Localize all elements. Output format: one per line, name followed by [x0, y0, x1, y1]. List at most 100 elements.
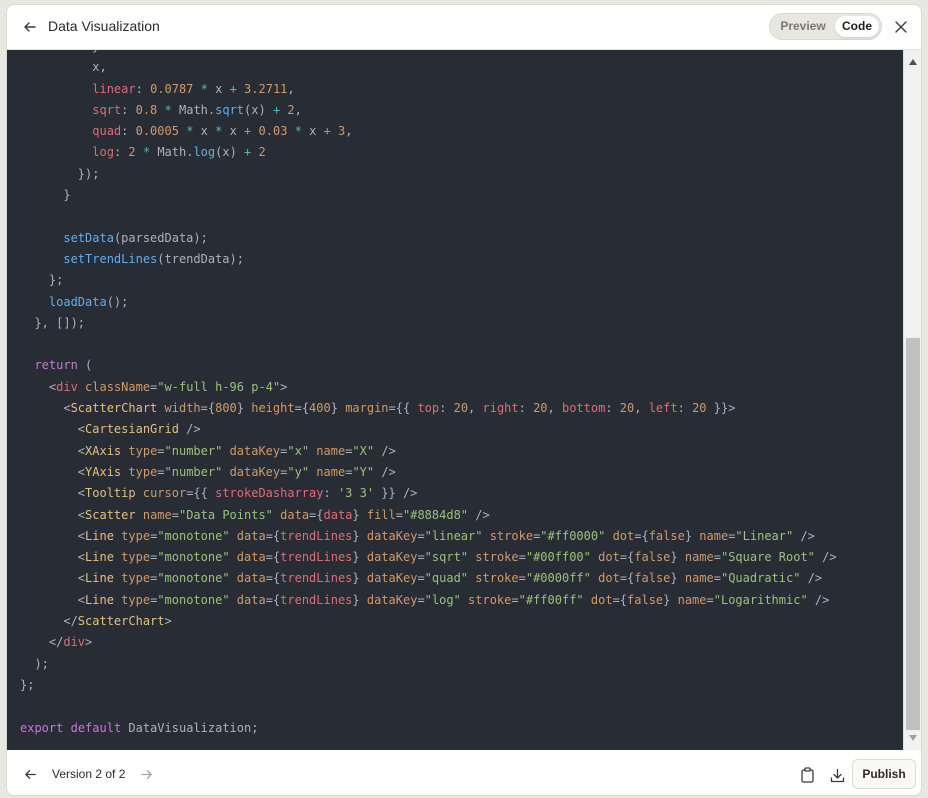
vertical-scrollbar[interactable] — [903, 50, 921, 750]
code-token: , — [294, 102, 302, 117]
code-token: '3 3' — [337, 486, 375, 501]
code-token: : — [439, 401, 454, 416]
code-token: Scatter — [85, 507, 136, 522]
code-token: = — [511, 592, 519, 607]
code-token: } — [236, 401, 252, 416]
code-token: < — [20, 507, 86, 522]
code-token: type — [128, 443, 158, 458]
code-token: = — [157, 464, 165, 479]
code-token: data — [323, 507, 353, 522]
code-token: loadData — [48, 294, 107, 309]
publish-button[interactable]: Publish — [852, 759, 916, 789]
code-token: ={ — [200, 401, 216, 416]
code-token: (x) — [215, 145, 245, 160]
code-token: = — [417, 528, 425, 543]
close-button[interactable] — [891, 17, 911, 37]
code-token: fill — [366, 507, 396, 522]
code-block: y: x x, linear: 0.0787 * x + 3.2711, sqr… — [20, 50, 901, 739]
code-token: : — [121, 124, 136, 139]
code-token: 0.0787 — [150, 81, 194, 96]
close-icon — [895, 21, 907, 33]
code-line: return ( — [20, 355, 901, 376]
code-token: "linear" — [424, 528, 483, 543]
code-token: : — [518, 401, 534, 416]
code-token: x — [193, 124, 216, 139]
code-token: right — [482, 401, 519, 416]
copy-button[interactable] — [796, 764, 818, 786]
code-token: default — [70, 720, 122, 735]
code-line: <Line type="monotone" data={trendLines} … — [20, 526, 901, 547]
code-token: name — [699, 528, 729, 543]
code-token: (x) — [244, 102, 273, 117]
code-token: "monotone" — [157, 550, 230, 565]
code-token: false — [648, 528, 685, 543]
code-token: sqrt — [92, 102, 122, 117]
code-line: <div className="w-full h-96 p-4"> — [20, 377, 901, 398]
code-token: < — [20, 422, 86, 437]
code-token: Line — [85, 528, 114, 543]
preview-tab[interactable]: Preview — [775, 16, 831, 37]
next-version-button[interactable] — [136, 764, 156, 784]
back-button[interactable] — [19, 16, 41, 38]
code-token: 800 — [215, 401, 237, 416]
code-token: className — [85, 379, 151, 394]
scroll-up-button[interactable] — [904, 54, 921, 70]
code-token: type — [121, 550, 151, 565]
code-token: : — [113, 145, 129, 160]
code-tab[interactable]: Code — [835, 16, 879, 37]
previous-version-button[interactable] — [20, 764, 40, 784]
scroll-down-button[interactable] — [904, 730, 921, 746]
code-token: 20 — [619, 401, 635, 416]
code-token: dataKey — [366, 528, 418, 543]
code-token: sqrt — [215, 102, 245, 117]
code-token: linear — [92, 81, 136, 96]
code-token: "y" — [287, 464, 310, 479]
code-token: type — [121, 528, 151, 543]
code-token: }}> — [706, 401, 736, 416]
code-token: "Square Root" — [720, 550, 815, 565]
code-token: ={ — [619, 571, 635, 586]
code-line: <YAxis type="number" dataKey="y" name="Y… — [20, 462, 901, 483]
code-line: quad: 0.0005 * x * x + 0.03 * x + 3, — [20, 121, 901, 142]
code-line: </ScatterChart> — [20, 611, 901, 632]
code-token: , — [468, 401, 483, 416]
code-token: ={ — [634, 528, 649, 543]
code-line: } — [20, 185, 901, 206]
code-token: , — [287, 81, 295, 96]
code-token: ={ — [265, 571, 281, 586]
version-label: Version 2 of 2 — [52, 767, 126, 781]
code-token: : — [677, 401, 693, 416]
panel-title: Data Visualization — [48, 18, 160, 34]
code-token: ScatterChart — [70, 401, 158, 416]
code-line: x, — [20, 57, 901, 78]
code-token: 20 — [533, 401, 548, 416]
code-token: } — [684, 528, 700, 543]
code-line: }, []); — [20, 313, 901, 334]
code-token: width — [164, 401, 201, 416]
download-button[interactable] — [826, 764, 848, 786]
code-token: data — [280, 507, 310, 522]
code-token: ={ — [265, 592, 281, 607]
code-token: "Quadratic" — [720, 571, 801, 586]
code-viewer[interactable]: y: x x, linear: 0.0787 * x + 3.2711, sqr… — [7, 50, 921, 750]
code-token: = — [395, 507, 403, 522]
code-token: ={{ — [186, 486, 216, 501]
panel-header: Data Visualization Preview Code — [7, 5, 921, 50]
code-token: stroke — [489, 528, 534, 543]
code-token: x — [301, 124, 324, 139]
code-token: : — [605, 401, 620, 416]
download-icon — [830, 768, 844, 782]
code-token: * — [200, 81, 208, 96]
code-line: loadData(); — [20, 292, 901, 313]
code-token: 20 — [692, 401, 707, 416]
scroll-thumb[interactable] — [906, 338, 920, 730]
